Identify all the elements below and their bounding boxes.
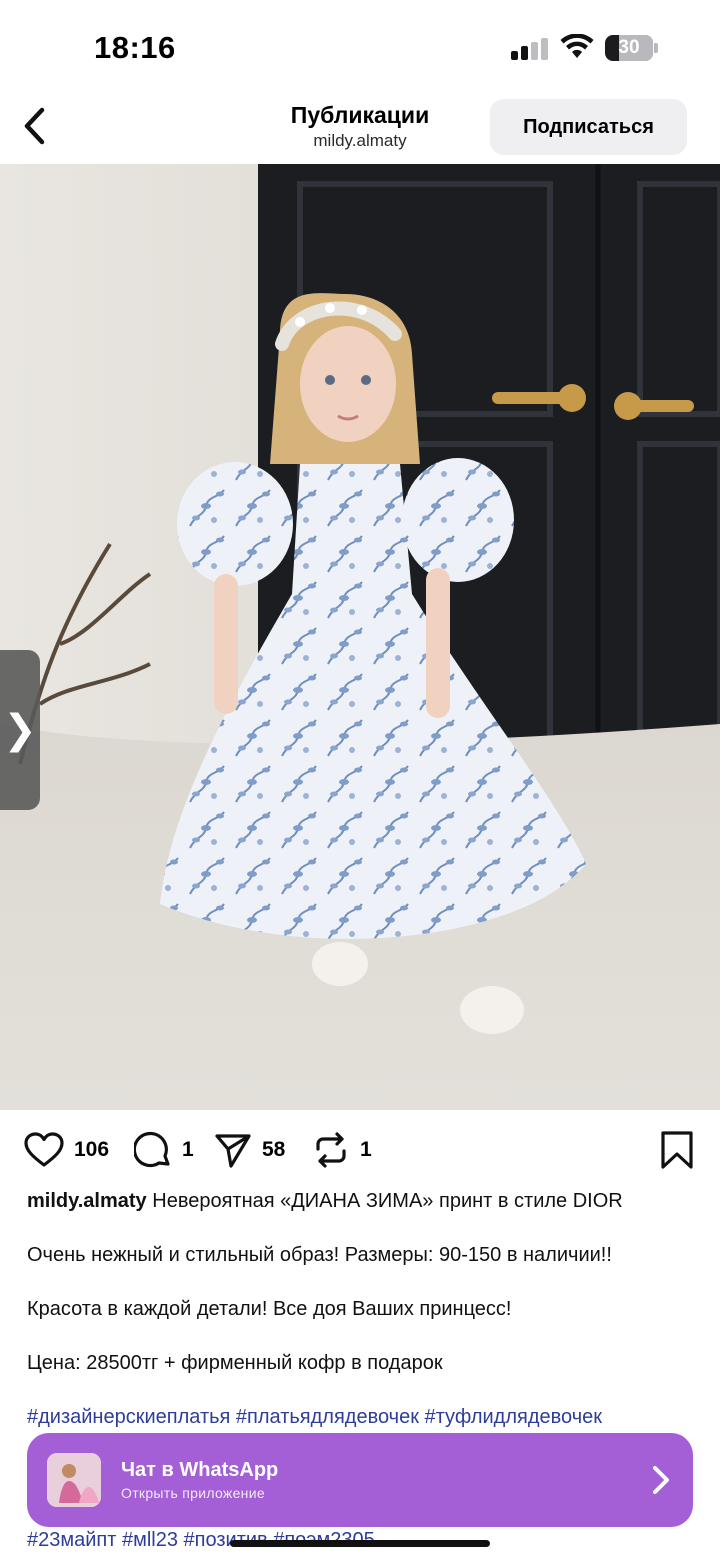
hashtags[interactable]: #дизайнерскиеплатья #платьядлядевочек #т… — [27, 1402, 697, 1432]
post-media[interactable]: ❯ — [0, 164, 720, 1110]
banner-title: Чат в WhatsApp — [121, 1459, 279, 1481]
chevron-right-icon: ❯ — [3, 708, 37, 752]
post-photo — [0, 164, 720, 1110]
repost-count: 1 — [360, 1138, 372, 1161]
header: Публикации mildy.almaty Подписаться — [0, 96, 720, 164]
comment-button[interactable]: 1 — [134, 1126, 194, 1174]
repost-button[interactable]: 1 — [312, 1126, 372, 1174]
share-button[interactable]: 58 — [214, 1126, 285, 1174]
account-username[interactable]: mildy.almaty — [240, 130, 480, 152]
whatsapp-chat-banner[interactable]: Чат в WhatsApp Открыть приложение — [27, 1433, 693, 1527]
banner-thumbnail — [47, 1453, 101, 1507]
battery-level: 30 — [618, 37, 640, 58]
caption-author[interactable]: mildy.almaty — [27, 1190, 147, 1212]
caption-line: Невероятная «ДИАНА ЗИМА» принт в стиле D… — [152, 1190, 623, 1212]
comment-count: 1 — [182, 1138, 194, 1161]
status-time: 18:16 — [94, 30, 176, 65]
like-button[interactable]: 106 — [24, 1126, 109, 1174]
banner-subtitle: Открыть приложение — [121, 1485, 265, 1501]
back-button[interactable] — [14, 104, 54, 148]
heart-icon — [24, 1132, 64, 1167]
follow-button[interactable]: Подписаться — [490, 99, 687, 155]
post-caption: mildy.almaty Невероятная «ДИАНА ЗИМА» пр… — [27, 1186, 697, 1432]
side-panel-tab[interactable]: ❯ — [0, 650, 40, 810]
chevron-left-icon — [24, 107, 45, 145]
repost-icon — [316, 1132, 346, 1168]
caption-line: Красота в каждой детали! Все доя Ваших п… — [27, 1298, 512, 1320]
wifi-icon — [560, 34, 594, 58]
header-titles: Публикации mildy.almaty — [240, 100, 480, 152]
caption-line: Цена: 28500тг + фирменный кофр в подарок — [27, 1352, 443, 1374]
share-count: 58 — [262, 1138, 286, 1161]
page-title: Публикации — [290, 102, 430, 128]
comment-icon — [134, 1131, 170, 1168]
signal-icon — [511, 38, 549, 60]
battery-icon: 30 — [605, 35, 658, 61]
status-bar: 18:16 30 — [0, 0, 720, 96]
send-icon — [215, 1134, 251, 1168]
like-count: 106 — [74, 1138, 110, 1161]
caption-line: Очень нежный и стильный образ! Размеры: … — [27, 1244, 612, 1266]
bookmark-icon[interactable] — [658, 1130, 696, 1170]
home-indicator — [230, 1540, 490, 1547]
post-actions: 106 1 58 1 — [0, 1126, 720, 1174]
chevron-right-icon — [653, 1466, 669, 1494]
